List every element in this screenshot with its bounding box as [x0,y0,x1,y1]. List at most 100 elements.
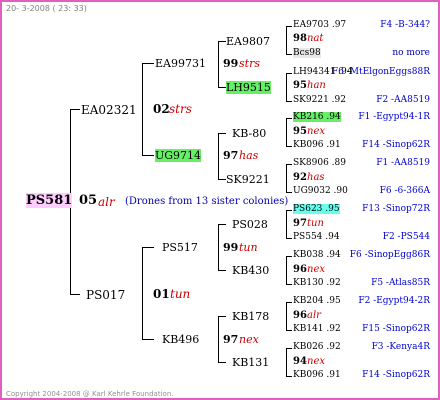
gen4-name[interactable]: KB096 .91 [293,370,341,380]
gen3-name[interactable]: KB131 [232,356,269,369]
gen4-name[interactable]: SK8906 .89 [293,158,346,168]
connector [286,118,287,146]
gen4-name[interactable]: PS554 .94 [293,232,340,242]
connector [286,73,287,101]
connector [70,294,80,295]
connector [286,146,292,147]
connector [286,164,287,192]
gen2-name[interactable]: EA99731 [155,57,206,70]
gen3-genotype: tun [307,218,324,229]
gen3-year: 95 [293,80,307,91]
connector [286,54,292,55]
connector [286,376,292,377]
connector [142,247,143,339]
connector [70,109,80,110]
connector [286,256,292,257]
gen3-name[interactable]: PS028 [232,218,268,231]
root-queen-name[interactable]: PS581 [26,193,73,208]
connector [286,348,287,376]
connector [286,26,287,54]
gen4-name[interactable]: KB038 .94 [293,250,341,260]
connector [286,118,292,119]
gen3-name[interactable]: SK9221 [226,173,270,186]
gen4-name[interactable]: SK9221 .92 [293,95,346,105]
gen3-year: 97 [293,218,307,229]
gen3-name[interactable]: KB-80 [232,127,266,140]
gen4-origin: F14 -Sinop62R [362,370,430,380]
copyright-footer: Copyright 2004-2008 @ Karl Kehrle Founda… [6,390,174,398]
connector [218,316,226,317]
gen2-year: 97 [223,149,239,162]
gen4-name[interactable]: KB216 .94 [293,112,341,122]
gen4-origin: F15 -Sinop62R [362,324,430,334]
gen4-origin: F5 -Atlas85R [371,278,430,288]
gen3-name[interactable]: KB178 [232,310,269,323]
gen1-genotype: strs [169,102,192,116]
gen4-name[interactable]: UG9032 .90 [293,186,348,196]
connector [286,210,287,238]
gen4-name[interactable]: Bcs98 [293,48,321,58]
connector [218,224,219,270]
gen4-name[interactable]: KB130 .92 [293,278,341,288]
gen3-year: 98 [293,33,307,44]
gen4-name[interactable]: EA9703 .97 [293,20,346,30]
gen4-origin: F2 -Egypt94-2R [358,296,430,306]
gen3-name[interactable]: EA9807 [226,35,270,48]
connector [286,238,292,239]
connector [286,284,292,285]
gen4-origin: F1 -Egypt94-1R [358,112,430,122]
connector [142,63,143,155]
gen3-year: 96 [293,264,307,275]
connector [218,316,219,362]
gen4-name[interactable]: KB096 .91 [293,140,341,150]
gen3-genotype: han [307,80,326,91]
root-queen-year: 05 [79,193,98,208]
gen4-origin: F6 -SinopEgg86R [349,250,430,260]
gen2-year: 97 [223,333,239,346]
connector [142,155,154,156]
connector [286,302,292,303]
gen2-name[interactable]: PS517 [162,241,198,254]
gen4-name[interactable]: KB204 .95 [293,296,341,306]
connector [286,210,292,211]
gen3-genotype: alr [307,310,321,321]
gen3-genotype: nex [307,264,325,275]
pedigree-frame: 20- 3-2008 ( 23: 33) Copyright 2004-2008… [0,0,440,400]
gen4-origin: F1 -AA8519 [376,158,430,168]
gen4-origin: F2 -AA8519 [376,95,430,105]
gen1-genotype: tun [170,287,191,301]
gen3-name[interactable]: KB430 [232,264,269,277]
connector [218,133,219,179]
connector [286,73,292,74]
connector [142,247,154,248]
gen4-origin: no more [392,48,430,58]
gen2-genotype: strs [239,57,260,70]
gen3-name[interactable]: LH9515 [226,81,271,94]
gen1-year: 01 [153,287,170,301]
connector [218,270,226,271]
connector [218,362,226,363]
gen4-name[interactable]: PS623 .95 [293,204,340,214]
gen3-year: 94 [293,356,307,367]
gen4-origin: F3 -Kenya4R [371,342,430,352]
connector [286,164,292,165]
gen2-name[interactable]: UG9714 [155,149,202,162]
drone-note: (Drones from 13 sister colonies) [125,196,289,207]
gen4-name[interactable]: KB026 .92 [293,342,341,352]
gen2-genotype: tun [239,241,258,254]
connector [286,26,292,27]
gen1-name[interactable]: PS017 [86,288,125,302]
gen2-name[interactable]: KB496 [162,333,199,346]
gen3-year: 96 [293,310,307,321]
gen1-year: 02 [153,102,170,116]
connector [286,330,292,331]
gen1-name[interactable]: EA02321 [81,103,137,117]
gen4-name[interactable]: KB141 .92 [293,324,341,334]
connector [218,133,226,134]
gen2-genotype: nex [239,333,259,346]
connector [218,224,226,225]
gen2-genotype: has [239,149,259,162]
connector [142,339,154,340]
connector [286,192,292,193]
connector [218,41,226,42]
